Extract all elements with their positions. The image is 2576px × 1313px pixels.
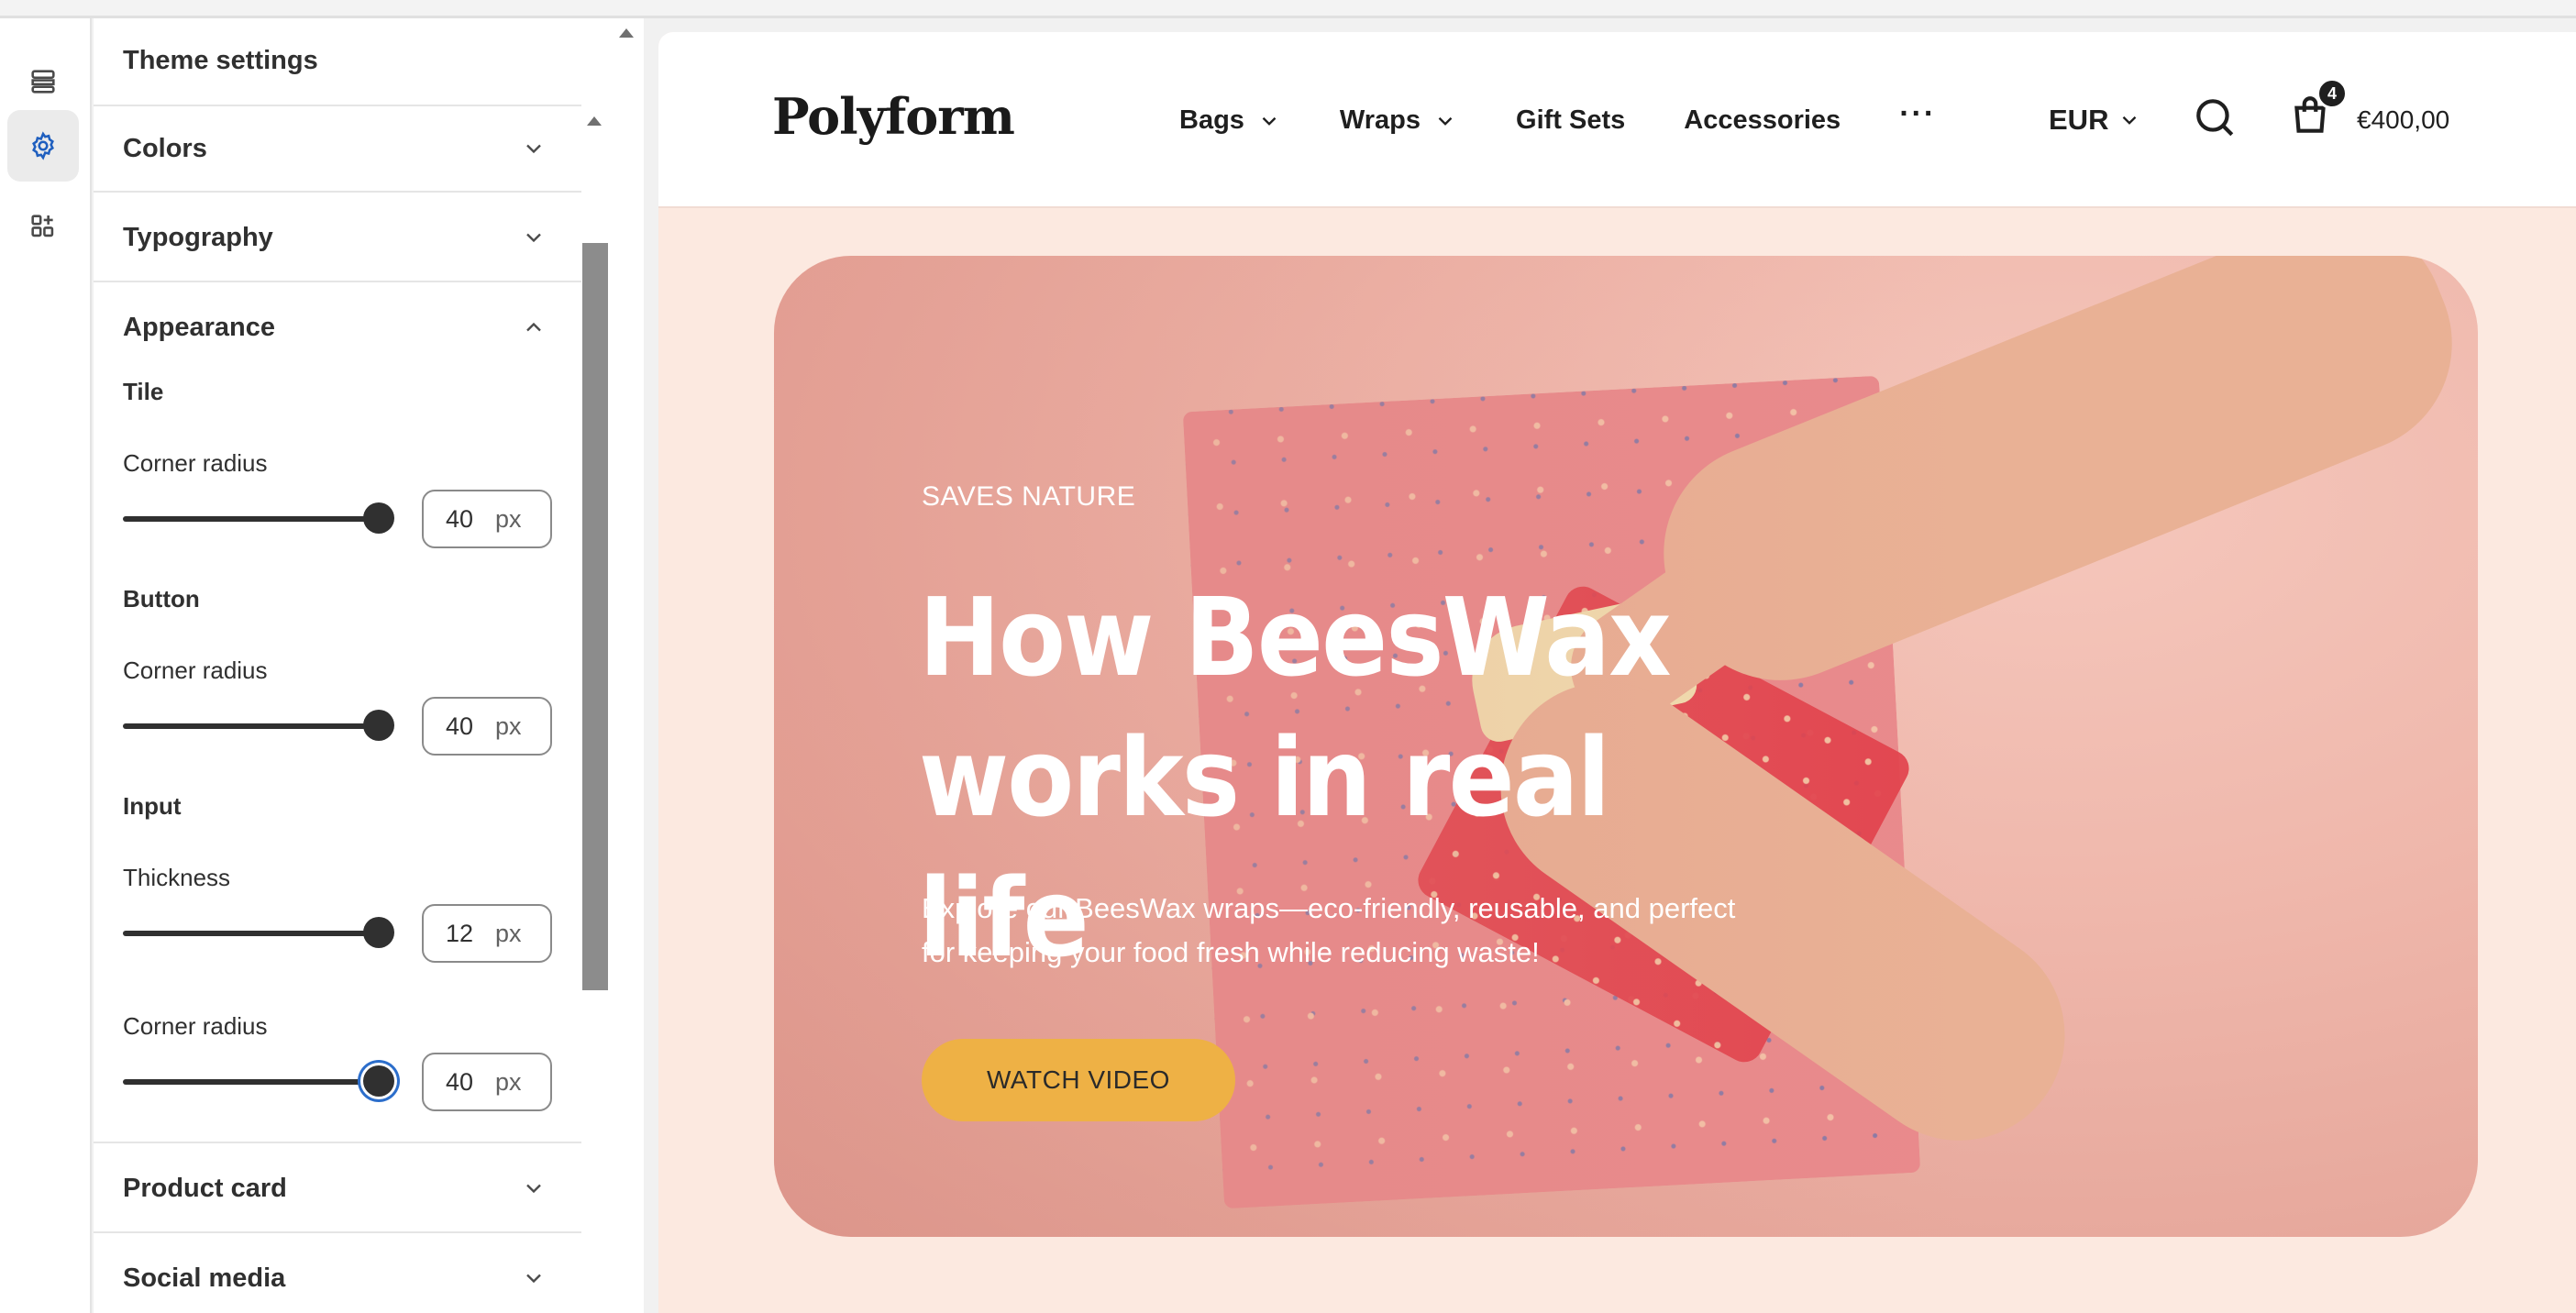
unit-label: px — [495, 1067, 522, 1096]
sections-button[interactable] — [7, 46, 79, 117]
theme-settings-button[interactable] — [7, 110, 79, 182]
input-thickness-slider[interactable] — [123, 915, 394, 952]
tile-corner-radius-input[interactable]: 40 px — [422, 490, 552, 548]
input-corner-radius-value[interactable]: 40 — [424, 1068, 495, 1097]
tile-corner-radius-value[interactable]: 40 — [424, 505, 495, 534]
hero-headline-line: How BeesWax — [919, 574, 1672, 701]
nav-more-button[interactable]: ··· — [1899, 96, 1936, 132]
nav-item-label: Accessories — [1684, 105, 1841, 135]
hero-description: Explore our BeesWax wraps—eco-friendly, … — [922, 887, 1839, 975]
slider-track — [123, 723, 380, 729]
editor-icon-rail — [0, 18, 92, 1313]
nav-item-label: Bags — [1179, 105, 1244, 135]
chevron-down-icon — [526, 233, 541, 243]
chevron-up-icon — [526, 322, 541, 332]
preview-scroll-up-arrow[interactable] — [619, 28, 634, 38]
nav-item-wraps[interactable]: Wraps — [1340, 105, 1457, 136]
nav-item-label: Gift Sets — [1516, 105, 1626, 135]
section-social-media[interactable]: Social media — [94, 1234, 581, 1313]
chevron-down-icon — [526, 144, 541, 154]
scroll-up-arrow[interactable] — [587, 116, 602, 126]
input-corner-radius-label: Corner radius — [123, 1012, 268, 1040]
input-thickness-value[interactable]: 12 — [424, 920, 495, 948]
tile-corner-radius-slider[interactable] — [123, 501, 394, 537]
gear-icon — [32, 131, 54, 160]
theme-settings-panel: Theme settings Colors Typography Appeara… — [94, 18, 581, 1313]
nav-item-gift-sets[interactable]: Gift Sets — [1516, 105, 1625, 136]
section-typography[interactable]: Typography — [94, 193, 581, 281]
slider-thumb-focused[interactable] — [363, 1065, 394, 1097]
divider — [94, 191, 581, 193]
chevron-down-icon — [526, 1274, 541, 1284]
slider-track — [123, 931, 380, 936]
cart-total[interactable]: €400,00 — [2357, 105, 2449, 135]
divider — [94, 1142, 581, 1143]
section-appearance[interactable]: Appearance — [94, 283, 581, 371]
hero-banner: SAVES NATURE How BeesWax works in real l… — [774, 256, 2478, 1237]
chevron-down-icon — [2123, 116, 2137, 125]
tile-subtitle: Tile — [123, 378, 164, 405]
input-subtitle: Input — [123, 792, 182, 820]
section-product-card[interactable]: Product card — [94, 1144, 581, 1232]
divider — [94, 281, 581, 282]
section-appearance-label: Appearance — [123, 312, 276, 342]
button-subtitle: Button — [123, 585, 200, 612]
slider-thumb[interactable] — [363, 502, 394, 534]
slider-track — [123, 516, 380, 522]
search-icon[interactable] — [2192, 94, 2238, 140]
chevron-down-icon — [526, 1184, 541, 1194]
section-social-media-label: Social media — [123, 1263, 286, 1293]
nav-item-label: Wraps — [1339, 105, 1421, 135]
input-thickness-input[interactable]: 12 px — [422, 904, 552, 963]
slider-thumb[interactable] — [363, 710, 394, 741]
section-product-card-label: Product card — [123, 1173, 287, 1203]
button-corner-radius-slider[interactable] — [123, 708, 394, 745]
input-corner-radius-input[interactable]: 40 px — [422, 1053, 552, 1111]
nav-item-accessories[interactable]: Accessories — [1684, 105, 1841, 136]
button-corner-radius-label: Corner radius — [123, 656, 268, 684]
store-header: Polyform Bags Wraps Gift Sets Accessorie… — [658, 32, 2576, 208]
section-typography-label: Typography — [123, 222, 273, 252]
unit-label: px — [495, 712, 522, 740]
button-corner-radius-input[interactable]: 40 px — [422, 697, 552, 756]
input-thickness-label: Thickness — [123, 864, 231, 891]
unit-label: px — [495, 504, 522, 533]
button-corner-radius-value[interactable]: 40 — [424, 712, 495, 741]
section-colors-label: Colors — [123, 133, 207, 163]
nav-item-bags[interactable]: Bags — [1179, 105, 1281, 136]
cart-count-badge: 4 — [2316, 78, 2348, 109]
slider-thumb[interactable] — [363, 917, 394, 948]
divider — [94, 1231, 581, 1233]
app-embeds-button[interactable] — [7, 191, 79, 262]
chevron-down-icon — [1438, 116, 1453, 126]
sections-icon — [31, 70, 55, 94]
top-strip — [0, 0, 2576, 18]
chevron-down-icon — [1262, 116, 1277, 126]
hero-description-line: for keeping your food fresh while reduci… — [922, 936, 1540, 968]
input-corner-radius-slider[interactable] — [123, 1064, 394, 1100]
hero-eyebrow: SAVES NATURE — [922, 481, 1136, 512]
currency-label: EUR — [2049, 104, 2109, 136]
tile-corner-radius-label: Corner radius — [123, 449, 268, 477]
watch-video-button[interactable]: WATCH VIDEO — [922, 1039, 1235, 1121]
panel-scrollbar-thumb[interactable] — [582, 243, 608, 990]
store-logo[interactable]: Polyform — [772, 87, 1015, 146]
app-blocks-icon — [31, 215, 54, 237]
hero-description-line: Explore our BeesWax wraps—eco-friendly, … — [922, 892, 1736, 924]
section-colors[interactable]: Colors — [94, 105, 581, 193]
main-nav: Bags Wraps Gift Sets Accessories ··· — [1179, 96, 1936, 136]
currency-selector[interactable]: EUR — [2049, 104, 2141, 137]
store-preview: Polyform Bags Wraps Gift Sets Accessorie… — [658, 32, 2576, 1313]
unit-label: px — [495, 919, 522, 947]
slider-track — [123, 1079, 380, 1085]
panel-title: Theme settings — [123, 46, 318, 75]
